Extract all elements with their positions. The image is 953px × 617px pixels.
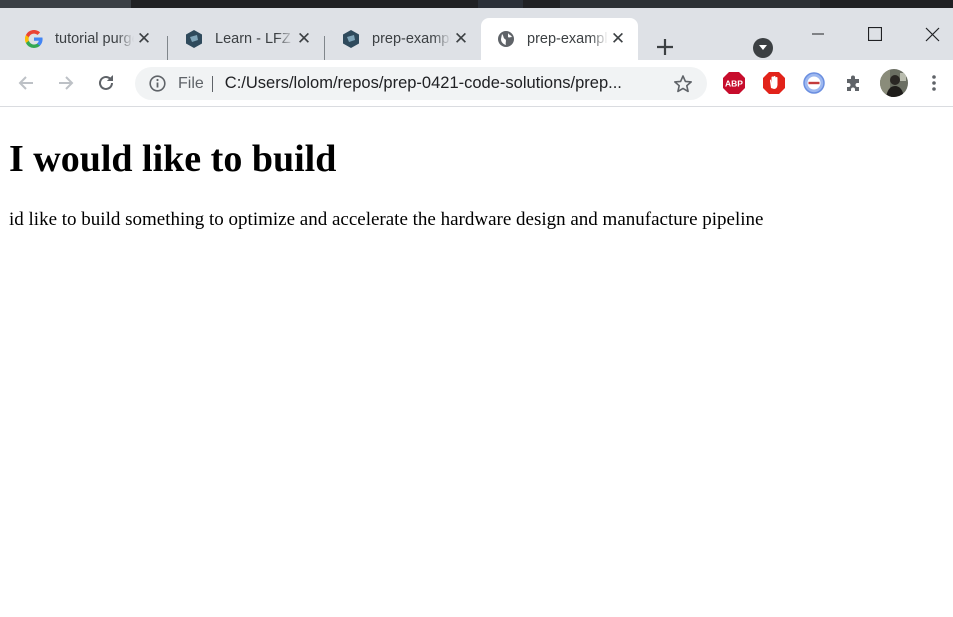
maximize-button[interactable] [855, 16, 895, 52]
desktop-strip [0, 0, 953, 8]
tab-title: Learn - LFZ [215, 31, 291, 47]
extensions-puzzle-icon[interactable] [840, 69, 868, 97]
page-paragraph: id like to build something to optimize a… [9, 209, 764, 230]
tab-title: prep-example [527, 31, 608, 47]
back-button[interactable] [13, 70, 39, 96]
lfz-icon [341, 29, 361, 49]
tab-strip: tutorial purge ✕ Learn - LFZ ✕ prep-exam… [0, 8, 953, 60]
browser-toolbar: File C:/Users/lolom/repos/prep-0421-code… [0, 60, 953, 107]
url-scheme-label: File [178, 74, 204, 92]
bookmark-star-icon[interactable] [671, 72, 695, 96]
url-divider [211, 75, 213, 92]
tab-title: tutorial purge [55, 31, 134, 47]
tab-title: prep-example [372, 31, 451, 47]
close-icon[interactable]: ✕ [608, 29, 628, 49]
close-icon[interactable]: ✕ [451, 29, 471, 49]
lfz-icon [184, 29, 204, 49]
close-icon[interactable]: ✕ [134, 29, 154, 49]
address-bar[interactable]: File C:/Users/lolom/repos/prep-0421-code… [135, 67, 707, 100]
more-menu-icon[interactable] [920, 69, 948, 97]
abp-label: ABP [725, 79, 743, 89]
tab-prep-example[interactable]: prep-example ✕ [317, 18, 481, 60]
forward-button[interactable] [53, 70, 79, 96]
adblock-hand-icon[interactable] [760, 69, 788, 97]
close-window-button[interactable] [912, 16, 952, 52]
url-text[interactable]: C:/Users/lolom/repos/prep-0421-code-solu… [225, 74, 671, 93]
tab-learn-lfz[interactable]: Learn - LFZ ✕ [160, 18, 324, 60]
close-icon[interactable]: ✕ [294, 29, 314, 49]
wappalyzer-icon[interactable] [800, 69, 828, 97]
new-tab-button[interactable] [652, 34, 678, 60]
info-icon[interactable] [148, 75, 166, 93]
minimize-button[interactable] [798, 16, 838, 52]
page-content: I would like to build id like to build s… [0, 107, 953, 617]
tab-tutorial[interactable]: tutorial purge ✕ [0, 18, 164, 60]
tab-prep-example-active[interactable]: prep-example ✕ [481, 18, 638, 60]
adblock-plus-icon[interactable]: ABP [720, 69, 748, 97]
avatar[interactable] [880, 69, 908, 97]
globe-icon [496, 29, 516, 49]
page-heading: I would like to build [9, 138, 337, 180]
reload-button[interactable] [93, 70, 119, 96]
google-icon [24, 29, 44, 49]
tab-search-button[interactable] [753, 38, 773, 58]
